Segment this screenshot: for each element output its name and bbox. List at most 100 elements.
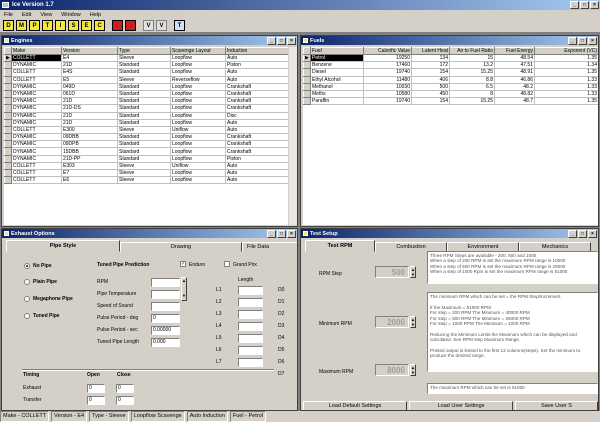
row-indicator[interactable] bbox=[4, 140, 12, 149]
toolbar-button-c-7[interactable]: C bbox=[94, 20, 105, 31]
rpm-step-spinner[interactable]: ▲ ▼ bbox=[410, 266, 416, 278]
row-indicator[interactable] bbox=[4, 118, 12, 127]
column-header-scavenge-layout[interactable]: Scavenge Layout bbox=[170, 47, 226, 55]
column-header-air-to-fuel-ratio[interactable]: Air to Fuel Ratio bbox=[449, 47, 495, 55]
table-row[interactable]: ▶ COLLETT E4 Sleeve Loopflow Auto bbox=[4, 53, 288, 63]
cell-type[interactable]: Standard bbox=[117, 112, 171, 120]
cell-version[interactable]: 21D bbox=[61, 119, 118, 127]
toolbar-button-i-4[interactable]: I bbox=[55, 20, 66, 31]
cell-induction[interactable]: Crankshaft bbox=[225, 97, 288, 106]
column-header-make[interactable]: Make bbox=[11, 47, 62, 55]
cell-make[interactable]: DYNAMIC bbox=[11, 97, 62, 106]
table-row[interactable]: DYNAMIC 21D Standard Loopflow Crankshaft bbox=[4, 97, 288, 106]
field-input-pipe-temperature[interactable] bbox=[151, 290, 180, 299]
cell-fuel[interactable]: Methanol bbox=[310, 83, 364, 91]
cell-type[interactable]: Sleeve bbox=[117, 76, 171, 84]
cell-latent-heat[interactable]: 154 bbox=[411, 68, 450, 77]
close-icon[interactable]: × bbox=[590, 1, 599, 9]
cell-scavenge-layout[interactable]: Loopflow bbox=[170, 104, 226, 113]
cell-make[interactable]: DYNAMIC bbox=[11, 104, 62, 113]
cell-induction[interactable]: Crankshaft bbox=[225, 147, 288, 156]
current-row-arrow-icon[interactable]: ▶ bbox=[4, 53, 12, 63]
row-indicator[interactable] bbox=[4, 161, 12, 171]
cell-make[interactable]: DYNAMIC bbox=[11, 133, 62, 142]
field-input-pulse-period-deg[interactable]: 0 bbox=[151, 314, 180, 323]
grand-prix-checkbox[interactable] bbox=[224, 261, 230, 267]
cell-version[interactable]: E4 bbox=[61, 54, 118, 63]
row-indicator[interactable] bbox=[4, 154, 12, 163]
tab-drawing[interactable]: Drawing bbox=[120, 242, 242, 252]
load-user-settings-button[interactable]: Load User Settings bbox=[409, 401, 513, 410]
plain-pipe-radio[interactable] bbox=[24, 279, 30, 285]
cell-version[interactable]: 21D bbox=[61, 112, 118, 120]
menu-item-view[interactable]: View bbox=[40, 12, 52, 18]
cell-make[interactable]: COLLETT bbox=[11, 76, 62, 84]
cell-make[interactable]: DYNAMIC bbox=[11, 112, 62, 120]
row-indicator[interactable] bbox=[4, 111, 12, 120]
cell-induction[interactable]: Piston bbox=[225, 155, 288, 163]
toolbar-button-v-11[interactable]: V bbox=[156, 20, 167, 31]
row-indicator[interactable] bbox=[4, 133, 12, 142]
cell-induction[interactable]: Disc bbox=[225, 112, 288, 120]
toolbar-button-p-2[interactable]: P bbox=[29, 20, 40, 31]
cell-scavenge-layout[interactable]: Loopflow bbox=[170, 90, 226, 99]
row-indicator[interactable] bbox=[4, 176, 12, 185]
cell-type[interactable]: Sleeve bbox=[117, 169, 171, 178]
table-row[interactable]: DYNAMIC 21D Standard Loopflow Disc bbox=[4, 111, 288, 120]
toolbar-button-red-8[interactable] bbox=[112, 20, 123, 31]
row-indicator[interactable] bbox=[303, 82, 311, 91]
cell-air-to-fuel-ratio[interactable]: 6.5 bbox=[449, 83, 495, 91]
cell-version[interactable]: 21D bbox=[61, 61, 118, 70]
cell-make[interactable]: COLLETT bbox=[11, 162, 62, 171]
cell-make[interactable]: DYNAMIC bbox=[11, 83, 62, 91]
cell-make[interactable]: COLLETT bbox=[11, 176, 62, 185]
table-row[interactable]: DYNAMIC 21D-PP Standard Loopflow Piston bbox=[4, 154, 288, 163]
table-row[interactable]: Meths 10580 450 8 48.82 1.33 bbox=[303, 89, 598, 99]
tab-test-rpm[interactable]: Test RPM bbox=[305, 240, 375, 252]
minimize-icon[interactable]: _ bbox=[568, 37, 577, 45]
row-indicator[interactable] bbox=[4, 104, 12, 113]
cell-air-to-fuel-ratio[interactable]: 15 bbox=[449, 54, 495, 63]
close-icon[interactable]: × bbox=[287, 37, 296, 45]
table-row[interactable]: COLLETT E300 Sleeve Uniflow Auto bbox=[4, 125, 288, 135]
cell-induction[interactable]: Auto bbox=[225, 76, 288, 84]
cell-fuel-energy[interactable]: 48.7 bbox=[494, 97, 535, 106]
rpm-step-value[interactable]: 500 bbox=[375, 266, 409, 278]
cell-make[interactable]: COLLETT bbox=[11, 169, 62, 178]
maximize-icon[interactable]: □ bbox=[277, 37, 286, 45]
table-row[interactable]: ▶ Petrol 19250 134 15 48.54 1.35 bbox=[303, 53, 598, 63]
toolbar-button-red-9[interactable] bbox=[125, 20, 136, 31]
column-header-calorific-value[interactable]: Calorific Value bbox=[363, 47, 412, 55]
cell-air-to-fuel-ratio[interactable]: 15.25 bbox=[449, 68, 495, 77]
cell-scavenge-layout[interactable]: Loopflow bbox=[170, 119, 226, 127]
cell-fuel-energy[interactable]: 46.86 bbox=[494, 76, 535, 84]
close-icon[interactable]: × bbox=[588, 37, 597, 45]
cell-exponent-vc[interactable]: 1.35 bbox=[534, 68, 598, 77]
table-row[interactable]: Diesel 19740 154 15.25 48.91 1.35 bbox=[303, 68, 598, 77]
tab-pipe-style[interactable]: Pipe Style bbox=[6, 240, 120, 252]
column-header-version[interactable]: Version bbox=[61, 47, 118, 55]
cell-induction[interactable]: Auto bbox=[225, 68, 288, 77]
column-header-type[interactable]: Type bbox=[117, 47, 171, 55]
cell-exponent-vc[interactable]: 1.35 bbox=[534, 97, 598, 106]
cell-scavenge-layout[interactable]: Loopflow bbox=[170, 68, 226, 77]
cell-version[interactable]: 09DBB bbox=[61, 133, 118, 142]
load-default-settings-button[interactable]: Load Default Settings bbox=[303, 401, 407, 410]
cell-type[interactable]: Standard bbox=[117, 61, 171, 70]
toolbar-button-s-5[interactable]: S bbox=[68, 20, 79, 31]
maximize-icon[interactable]: □ bbox=[578, 230, 587, 238]
cell-induction[interactable]: Crankshaft bbox=[225, 104, 288, 113]
row-indicator[interactable] bbox=[4, 68, 12, 77]
cell-make[interactable]: COLLETT bbox=[11, 68, 62, 77]
toolbar-button-e-6[interactable]: E bbox=[81, 20, 92, 31]
toolbar-button-t-3[interactable]: T bbox=[42, 20, 53, 31]
length-input-l1[interactable] bbox=[238, 286, 263, 295]
cell-fuel[interactable]: Ethyl Alcohol bbox=[310, 76, 364, 84]
cell-make[interactable]: DYNAMIC bbox=[11, 119, 62, 127]
maximize-icon[interactable]: □ bbox=[277, 230, 286, 238]
cell-make[interactable]: COLLETT bbox=[11, 54, 62, 63]
close-icon[interactable]: × bbox=[588, 230, 597, 238]
cell-scavenge-layout[interactable]: Loopflow bbox=[170, 61, 226, 70]
minimize-icon[interactable]: _ bbox=[568, 230, 577, 238]
cell-induction[interactable]: Auto bbox=[225, 54, 288, 63]
